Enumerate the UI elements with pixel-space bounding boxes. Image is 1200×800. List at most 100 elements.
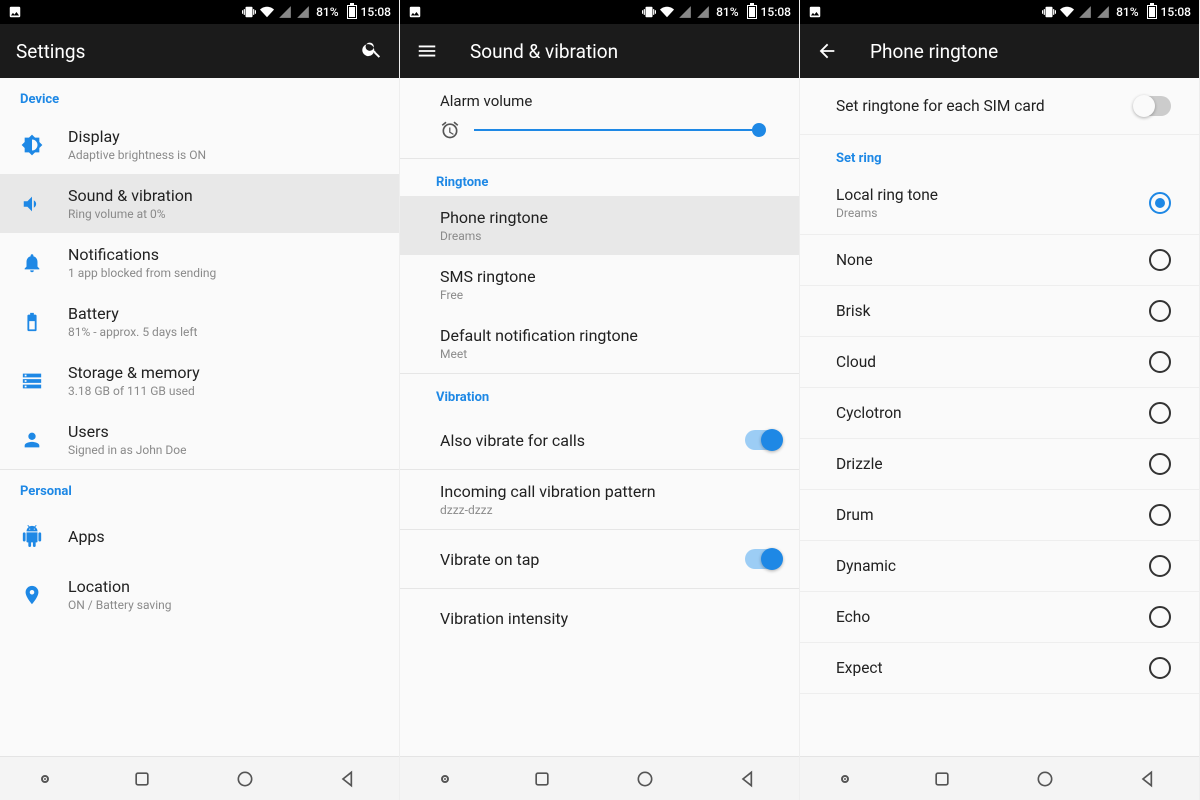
item-sub: Meet xyxy=(440,347,781,361)
item-title: SMS ringtone xyxy=(440,267,781,286)
alarm-volume-slider[interactable] xyxy=(400,110,799,158)
sound-panel: 81% 15:08 Sound & vibration Alarm volume… xyxy=(400,0,800,800)
nav-back-icon[interactable] xyxy=(738,769,758,789)
sound-item-sms-ringtone[interactable]: SMS ringtone Free xyxy=(400,255,799,314)
sound-item-vibration-intensity[interactable]: Vibration intensity xyxy=(400,589,799,647)
option-label: Drizzle xyxy=(836,455,883,473)
wifi-icon xyxy=(1060,5,1074,19)
image-icon xyxy=(408,5,422,19)
toggle-sim-ringtone[interactable] xyxy=(1135,96,1171,116)
nav-recents-icon[interactable] xyxy=(932,769,952,789)
section-set-ring: Set ring xyxy=(800,135,1199,172)
section-device: Device xyxy=(0,78,399,115)
item-title: Sound & vibration xyxy=(68,186,381,205)
item-title: Battery xyxy=(68,304,381,323)
nav-home-icon[interactable] xyxy=(235,769,255,789)
settings-item-notifications[interactable]: Notifications 1 app blocked from sending xyxy=(0,233,399,292)
item-sub: ON / Battery saving xyxy=(68,598,381,612)
radio-icon[interactable] xyxy=(1149,453,1171,475)
nav-back-icon[interactable] xyxy=(338,769,358,789)
settings-item-sound[interactable]: Sound & vibration Ring volume at 0% xyxy=(0,174,399,233)
back-icon[interactable] xyxy=(816,40,838,62)
user-icon xyxy=(18,429,46,451)
sound-item-default-notif[interactable]: Default notification ringtone Meet xyxy=(400,314,799,373)
nav-bar xyxy=(400,756,799,800)
nav-recents-icon[interactable] xyxy=(532,769,552,789)
settings-item-battery[interactable]: Battery 81% - approx. 5 days left xyxy=(0,292,399,351)
settings-panel: 81% 15:08 Settings Device Display Adapti… xyxy=(0,0,400,800)
app-bar: Phone ringtone xyxy=(800,24,1199,78)
item-sub: Adaptive brightness is ON xyxy=(68,148,381,162)
nav-home-icon[interactable] xyxy=(635,769,655,789)
bell-icon xyxy=(18,252,46,274)
settings-item-location[interactable]: Location ON / Battery saving xyxy=(0,565,399,624)
sound-item-phone-ringtone[interactable]: Phone ringtone Dreams xyxy=(400,196,799,255)
signal-icon xyxy=(278,5,292,19)
search-icon[interactable] xyxy=(361,38,383,64)
sound-item-vibrate-on-tap[interactable]: Vibrate on tap xyxy=(400,530,799,588)
slider-track[interactable] xyxy=(474,129,759,131)
settings-item-display[interactable]: Display Adaptive brightness is ON xyxy=(0,115,399,174)
page-title: Sound & vibration xyxy=(470,40,783,63)
sound-item-vibration-pattern[interactable]: Incoming call vibration pattern dzzz-dzz… xyxy=(400,470,799,529)
nav-home-icon[interactable] xyxy=(1035,769,1055,789)
toggle-also-vibrate[interactable] xyxy=(745,430,781,450)
nav-assistant-icon[interactable] xyxy=(841,775,849,783)
ringtone-option-none[interactable]: None xyxy=(800,235,1199,286)
menu-icon[interactable] xyxy=(416,40,438,62)
alarm-icon xyxy=(440,120,460,140)
status-bar: 81% 15:08 xyxy=(800,0,1199,24)
item-sub: Ring volume at 0% xyxy=(68,207,381,221)
settings-list[interactable]: Device Display Adaptive brightness is ON… xyxy=(0,78,399,756)
item-title: Incoming call vibration pattern xyxy=(440,482,781,501)
ringtone-option-drizzle[interactable]: Drizzle xyxy=(800,439,1199,490)
nav-assistant-icon[interactable] xyxy=(441,775,449,783)
ringtone-option-drum[interactable]: Drum xyxy=(800,490,1199,541)
settings-item-apps[interactable]: Apps xyxy=(0,507,399,565)
item-sub: Dreams xyxy=(440,229,781,243)
alarm-volume-label: Alarm volume xyxy=(400,78,799,110)
nav-recents-icon[interactable] xyxy=(132,769,152,789)
ringtone-option-echo[interactable]: Echo xyxy=(800,592,1199,643)
battery-icon xyxy=(1147,5,1157,19)
ringtone-option-dynamic[interactable]: Dynamic xyxy=(800,541,1199,592)
page-title: Phone ringtone xyxy=(870,40,1183,63)
radio-icon[interactable] xyxy=(1149,657,1171,679)
radio-icon[interactable] xyxy=(1149,351,1171,373)
item-sub: dzzz-dzzz xyxy=(440,503,781,517)
ringtone-option-local[interactable]: Local ring tone Dreams xyxy=(800,172,1199,235)
sound-list[interactable]: Alarm volume Ringtone Phone ringtone Dre… xyxy=(400,78,799,756)
settings-item-storage[interactable]: Storage & memory 3.18 GB of 111 GB used xyxy=(0,351,399,410)
ringtone-list[interactable]: Set ringtone for each SIM card Set ring … xyxy=(800,78,1199,756)
ringtone-option-cyclotron[interactable]: Cyclotron xyxy=(800,388,1199,439)
radio-icon[interactable] xyxy=(1149,555,1171,577)
settings-item-users[interactable]: Users Signed in as John Doe xyxy=(0,410,399,469)
nav-assistant-icon[interactable] xyxy=(41,775,49,783)
ringtone-option-expect[interactable]: Expect xyxy=(800,643,1199,694)
sound-icon xyxy=(18,193,46,215)
radio-icon[interactable] xyxy=(1149,402,1171,424)
ringtone-option-cloud[interactable]: Cloud xyxy=(800,337,1199,388)
option-label: Echo xyxy=(836,608,870,626)
nav-bar xyxy=(800,756,1199,800)
image-icon xyxy=(808,5,822,19)
clock: 15:08 xyxy=(1161,5,1191,19)
item-title: Display xyxy=(68,127,381,146)
slider-thumb[interactable] xyxy=(752,123,766,137)
radio-icon[interactable] xyxy=(1149,192,1171,214)
sim-toggle-row[interactable]: Set ringtone for each SIM card xyxy=(800,78,1199,135)
section-ringtone: Ringtone xyxy=(400,159,799,196)
item-title: Location xyxy=(68,577,381,596)
sound-item-also-vibrate[interactable]: Also vibrate for calls xyxy=(400,411,799,469)
image-icon xyxy=(8,5,22,19)
radio-icon[interactable] xyxy=(1149,504,1171,526)
nav-back-icon[interactable] xyxy=(1138,769,1158,789)
radio-icon[interactable] xyxy=(1149,249,1171,271)
option-sub: Dreams xyxy=(836,206,938,220)
option-label: Cloud xyxy=(836,353,876,371)
radio-icon[interactable] xyxy=(1149,300,1171,322)
signal-icon-2 xyxy=(296,5,310,19)
radio-icon[interactable] xyxy=(1149,606,1171,628)
ringtone-option-brisk[interactable]: Brisk xyxy=(800,286,1199,337)
toggle-vibrate-on-tap[interactable] xyxy=(745,549,781,569)
